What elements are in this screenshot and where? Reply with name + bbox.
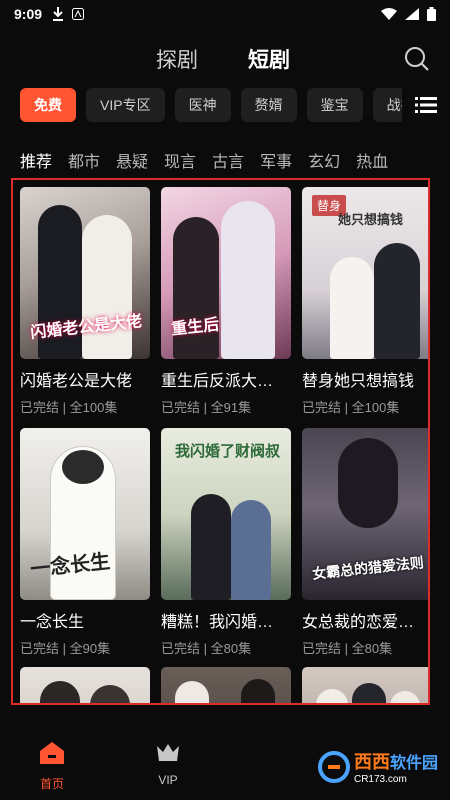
tab-short-drama[interactable]: 短剧 xyxy=(248,44,290,74)
drama-poster: 一念长生 xyxy=(20,428,150,600)
download-icon xyxy=(53,7,64,21)
poster-title: 女霸总的猎爱法则 xyxy=(311,555,425,583)
drama-card[interactable] xyxy=(20,667,150,703)
app-a-icon xyxy=(72,8,85,20)
drama-card[interactable]: 重生后 重生后反派大… 已完结 | 全91集 xyxy=(161,187,291,416)
drama-card[interactable]: 替身 她只想搞钱 替身她只想搞钱 已完结 | 全100集 xyxy=(302,187,428,416)
drama-poster: 重生后 xyxy=(161,187,291,359)
filter-chips: 免费 VIP专区 医神 赘婿 鉴宝 战神 xyxy=(20,88,450,122)
drama-meta: 已完结 | 全80集 xyxy=(302,641,393,656)
category-xianyan[interactable]: 现言 xyxy=(164,148,196,172)
drama-poster xyxy=(161,667,291,703)
battery-icon xyxy=(427,7,436,21)
drama-poster xyxy=(20,667,150,703)
drama-meta: 已完结 | 全80集 xyxy=(161,641,252,656)
category-rexue[interactable]: 热血 xyxy=(356,148,388,172)
signal-icon xyxy=(405,8,419,20)
menu-icon xyxy=(415,97,437,113)
category-tabs: 推荐 都市 悬疑 现言 古言 军事 玄幻 热血 xyxy=(20,148,450,172)
drama-poster: 闪婚老公是大佬 xyxy=(20,187,150,359)
category-xuanyi[interactable]: 悬疑 xyxy=(116,148,148,172)
poster-title: 重生后 xyxy=(170,314,221,339)
wifi-icon xyxy=(381,8,397,20)
drama-card[interactable] xyxy=(161,667,291,703)
drama-meta: 已完结 | 全91集 xyxy=(161,400,252,415)
chip-jianbao[interactable]: 鉴宝 xyxy=(306,88,363,122)
status-bar: 9:09 xyxy=(0,0,450,28)
drama-title: 一念长生 xyxy=(20,614,85,631)
search-icon[interactable] xyxy=(404,46,430,72)
drama-meta: 已完结 | 全100集 xyxy=(302,400,400,415)
watermark-mark-icon xyxy=(317,750,350,783)
drama-poster: 我闪婚了财阀叔 xyxy=(161,428,291,600)
category-xuanhuan[interactable]: 玄幻 xyxy=(308,148,340,172)
poster-title: 她只想搞钱 xyxy=(338,213,404,228)
drama-card[interactable]: 一念长生 一念长生 已完结 | 全90集 xyxy=(20,428,150,657)
drama-poster: 女霸总的猎爱法则 xyxy=(302,428,428,600)
chip-yishen[interactable]: 医神 xyxy=(174,88,231,122)
category-tuijian[interactable]: 推荐 xyxy=(20,148,52,172)
drama-grid: 闪婚老公是大佬 闪婚老公是大佬 已完结 | 全100集 重生后 重生后反派大… … xyxy=(11,178,430,705)
drama-poster: 替身 她只想搞钱 xyxy=(302,187,428,359)
category-guyan[interactable]: 古言 xyxy=(212,148,244,172)
nav-vip-label: VIP xyxy=(158,773,178,787)
status-time: 9:09 xyxy=(14,6,43,22)
tab-explore[interactable]: 探剧 xyxy=(156,44,198,74)
drama-title: 糟糕！我闪婚… xyxy=(161,614,274,631)
drama-meta: 已完结 | 全90集 xyxy=(20,641,111,656)
drama-meta: 已完结 | 全100集 xyxy=(20,400,118,415)
drama-title: 女总裁的恋爱… xyxy=(302,614,415,631)
drama-card[interactable]: 女霸总的猎爱法则 女总裁的恋爱… 已完结 | 全80集 xyxy=(302,428,428,657)
poster-title: 我闪婚了财阀叔 xyxy=(175,442,281,460)
category-junshi[interactable]: 军事 xyxy=(260,148,292,172)
category-dushi[interactable]: 都市 xyxy=(68,148,100,172)
drama-card[interactable]: 闪婚老公是大佬 闪婚老公是大佬 已完结 | 全100集 xyxy=(20,187,150,416)
home-icon xyxy=(40,742,64,764)
nav-home-label: 首页 xyxy=(39,777,64,791)
drama-title: 替身她只想搞钱 xyxy=(302,373,415,390)
drama-poster xyxy=(302,667,428,703)
drama-title: 重生后反派大… xyxy=(161,373,274,390)
drama-title: 闪婚老公是大佬 xyxy=(20,373,133,390)
chip-menu-button[interactable] xyxy=(402,88,450,122)
nav-home[interactable]: 首页 xyxy=(22,742,82,792)
chip-vip[interactable]: VIP专区 xyxy=(86,88,165,122)
top-tabs: 探剧 短剧 xyxy=(0,44,450,80)
watermark-logo: 西西软件园 CR173.com xyxy=(317,748,438,785)
chip-free[interactable]: 免费 xyxy=(20,88,76,122)
nav-vip[interactable]: VIP xyxy=(138,742,198,787)
drama-card[interactable] xyxy=(302,667,428,703)
drama-card[interactable]: 我闪婚了财阀叔 糟糕！我闪婚… 已完结 | 全80集 xyxy=(161,428,291,657)
chip-zhuixu[interactable]: 赘婿 xyxy=(240,88,297,122)
crown-icon xyxy=(157,744,179,761)
